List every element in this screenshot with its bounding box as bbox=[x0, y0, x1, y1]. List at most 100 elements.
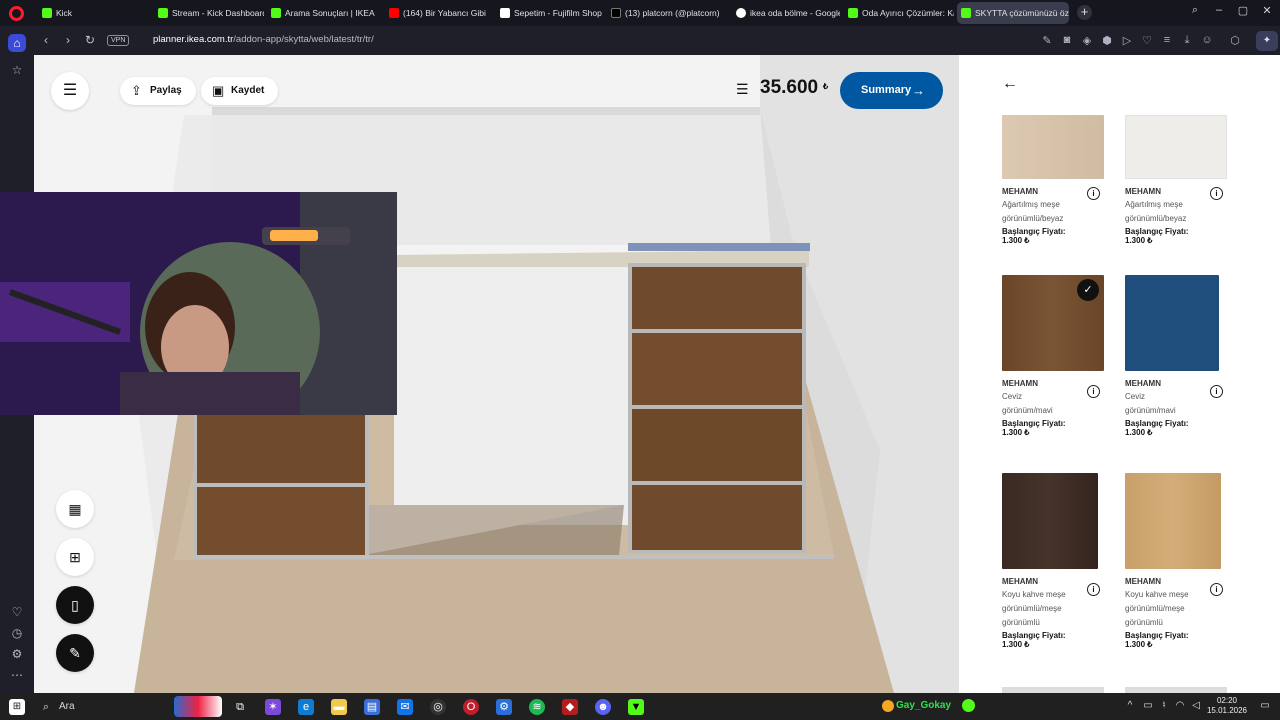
profile-icon[interactable]: ☺ bbox=[1200, 34, 1214, 46]
task-view-icon[interactable]: ⧉ bbox=[232, 699, 248, 715]
swatch-image bbox=[1002, 115, 1104, 179]
close-icon[interactable]: ✕ bbox=[1258, 4, 1276, 17]
hamburger-menu-button[interactable]: ☰ bbox=[51, 72, 89, 110]
search-highlight-image[interactable] bbox=[174, 696, 222, 717]
price-list-icon[interactable]: ☰ bbox=[736, 81, 749, 98]
tab-oda-ayirici[interactable]: Oda Ayırıcı Çözümler: Kay bbox=[844, 2, 954, 24]
new-tab-button[interactable]: + bbox=[1077, 5, 1092, 20]
opera-logo-icon[interactable] bbox=[9, 6, 24, 21]
summary-button[interactable]: Summary → bbox=[840, 72, 943, 109]
shield-icon[interactable]: ◈ bbox=[1080, 34, 1094, 47]
discord-icon[interactable]: ☻ bbox=[595, 699, 611, 715]
product-card[interactable]: MEHAMN Koyu kahve meşe görünümlü/meşe gö… bbox=[1125, 473, 1235, 649]
price-label: Başlangıç Fiyatı: bbox=[1002, 631, 1066, 640]
copilot-icon[interactable]: ✶ bbox=[265, 699, 281, 715]
layout-tool-button[interactable]: ▦ bbox=[56, 490, 94, 528]
home-icon[interactable]: ⌂ bbox=[8, 34, 26, 52]
chat-icon[interactable] bbox=[962, 699, 975, 712]
badge-icon bbox=[882, 700, 894, 712]
steam-icon[interactable]: ⚙ bbox=[496, 699, 512, 715]
tab-youtube[interactable]: (164) Bir Yabancı Gibi bbox=[385, 2, 493, 24]
volume-icon[interactable]: ◁ bbox=[1189, 700, 1203, 711]
network-icon[interactable]: ▭ bbox=[1141, 700, 1155, 711]
windows-start-icon[interactable]: ⊞ bbox=[9, 699, 25, 715]
reload-icon[interactable]: ↻ bbox=[82, 33, 98, 47]
download-icon[interactable]: ⤓ bbox=[1180, 34, 1194, 47]
mic-icon[interactable]: ♮ bbox=[1157, 700, 1171, 711]
mail-icon[interactable]: ✉ bbox=[397, 699, 413, 715]
settings-icon[interactable]: ⚙ bbox=[8, 645, 26, 663]
product-price: 1.300 ₺ bbox=[1125, 236, 1153, 245]
taskbar-search-label[interactable]: Ara bbox=[59, 701, 75, 712]
ikea-icon bbox=[961, 8, 971, 18]
play-icon[interactable]: ▷ bbox=[1120, 34, 1134, 47]
wifi-icon[interactable]: ◠ bbox=[1173, 700, 1187, 711]
door-tool-button[interactable]: ▯ bbox=[56, 586, 94, 624]
opera-taskbar-icon[interactable]: O bbox=[463, 699, 479, 715]
heart-icon[interactable]: ♡ bbox=[8, 603, 26, 621]
save-button[interactable]: ▣ Kaydet bbox=[201, 77, 279, 105]
ikea-icon bbox=[848, 8, 858, 18]
x-icon bbox=[611, 8, 621, 18]
heart-icon[interactable]: ♡ bbox=[1140, 34, 1154, 47]
tab-fujifilm[interactable]: Sepetim - Fujifilm Shop bbox=[496, 2, 604, 24]
game-icon[interactable]: ◆ bbox=[562, 699, 578, 715]
ikea-icon bbox=[271, 8, 281, 18]
door-options-panel: ← MEHAMN Ağartılmış meşe görünümlü/beyaz… bbox=[959, 55, 1280, 693]
measure-tool-button[interactable]: ✎ bbox=[56, 634, 94, 672]
cube-icon[interactable]: ⬡ bbox=[1228, 34, 1242, 47]
product-card[interactable]: MEHAMN Ceviz görünüm/mavi Başlangıç Fiya… bbox=[1125, 275, 1235, 437]
product-desc: Koyu kahve meşe görünümlü/meşe görünümlü bbox=[1125, 590, 1189, 627]
tab-kick-dashboard[interactable]: Stream - Kick Dashboard bbox=[154, 2, 264, 24]
kick-taskbar-icon[interactable]: ▼ bbox=[628, 699, 644, 715]
info-icon[interactable]: i bbox=[1210, 385, 1223, 398]
extensions-icon[interactable]: ⬢ bbox=[1100, 34, 1114, 47]
chevron-up-icon[interactable]: ^ bbox=[1123, 700, 1137, 711]
info-icon[interactable]: i bbox=[1087, 583, 1100, 596]
product-card[interactable]: MEHAMN Ağartılmış meşe görünümlü/beyaz B… bbox=[1002, 115, 1112, 245]
product-price: 1.300 ₺ bbox=[1002, 428, 1030, 437]
kick-icon bbox=[158, 8, 168, 18]
info-icon[interactable]: i bbox=[1210, 583, 1223, 596]
aria-icon[interactable]: ✦ bbox=[1256, 31, 1278, 51]
obs-icon[interactable]: ◎ bbox=[430, 699, 446, 715]
tab-google[interactable]: ikea oda bölme - Google bbox=[732, 2, 840, 24]
product-card[interactable]: MEHAMN Koyu kahve meşe görünümlü/meşe gö… bbox=[1002, 473, 1112, 649]
spotify-icon[interactable]: ≋ bbox=[529, 699, 545, 715]
history-icon[interactable]: ◷ bbox=[8, 624, 26, 642]
vpn-badge[interactable]: VPN bbox=[107, 35, 130, 46]
product-card-selected[interactable]: ✓ MEHAMN Ceviz görünüm/mavi Başlangıç Fi… bbox=[1002, 275, 1112, 437]
store-icon[interactable]: ▤ bbox=[364, 699, 380, 715]
search-tabs-icon[interactable]: ⌕ bbox=[1186, 4, 1204, 17]
back-arrow-icon[interactable]: ← bbox=[1002, 75, 1018, 93]
notifications-icon[interactable]: ▭ bbox=[1258, 700, 1272, 711]
product-price: 1.300 ₺ bbox=[1125, 640, 1153, 649]
tab-skytta-active[interactable]: SKYTTA çözümünüzü öze bbox=[957, 2, 1069, 24]
forward-icon[interactable]: › bbox=[60, 33, 76, 47]
back-icon[interactable]: ‹ bbox=[38, 33, 54, 47]
edit-icon[interactable]: ✎ bbox=[1040, 34, 1054, 47]
menu-lines-icon[interactable]: ≡ bbox=[1160, 34, 1174, 46]
info-icon[interactable]: i bbox=[1087, 385, 1100, 398]
more-icon[interactable]: ⋯ bbox=[8, 666, 26, 684]
camera-icon[interactable]: ◙ bbox=[1060, 34, 1074, 46]
tab-kick[interactable]: Kick bbox=[38, 2, 148, 24]
star-icon[interactable]: ☆ bbox=[8, 61, 26, 79]
product-desc: Ağartılmış meşe görünümlü/beyaz bbox=[1125, 200, 1187, 223]
minimize-icon[interactable]: – bbox=[1210, 4, 1228, 16]
tab-bar: Kick Stream - Kick Dashboard Arama Sonuç… bbox=[0, 0, 1280, 26]
product-card[interactable]: MEHAMN Ağartılmış meşe görünümlü/beyaz B… bbox=[1125, 115, 1235, 245]
url-path: /addon-app/skytta/web/latest/tr/tr/ bbox=[233, 34, 374, 45]
info-icon[interactable]: i bbox=[1087, 187, 1100, 200]
file-explorer-icon[interactable]: ▬ bbox=[331, 699, 347, 715]
edge-icon[interactable]: e bbox=[298, 699, 314, 715]
tab-ikea-search[interactable]: Arama Sonuçları | IKEA bbox=[267, 2, 377, 24]
share-button[interactable]: ⇪ Paylaş bbox=[120, 77, 196, 105]
info-icon[interactable]: i bbox=[1210, 187, 1223, 200]
maximize-icon[interactable]: ▢ bbox=[1234, 4, 1252, 17]
url-field[interactable]: planner.ikea.com.tr/addon-app/skytta/web… bbox=[153, 34, 374, 45]
tab-x-platcorn[interactable]: (13) platcorn (@platcorn) bbox=[607, 2, 723, 24]
clock[interactable]: 02:20 15.01.2026 bbox=[1205, 696, 1249, 716]
search-icon[interactable]: ⌕ bbox=[38, 699, 54, 715]
dimensions-tool-button[interactable]: ⊞ bbox=[56, 538, 94, 576]
